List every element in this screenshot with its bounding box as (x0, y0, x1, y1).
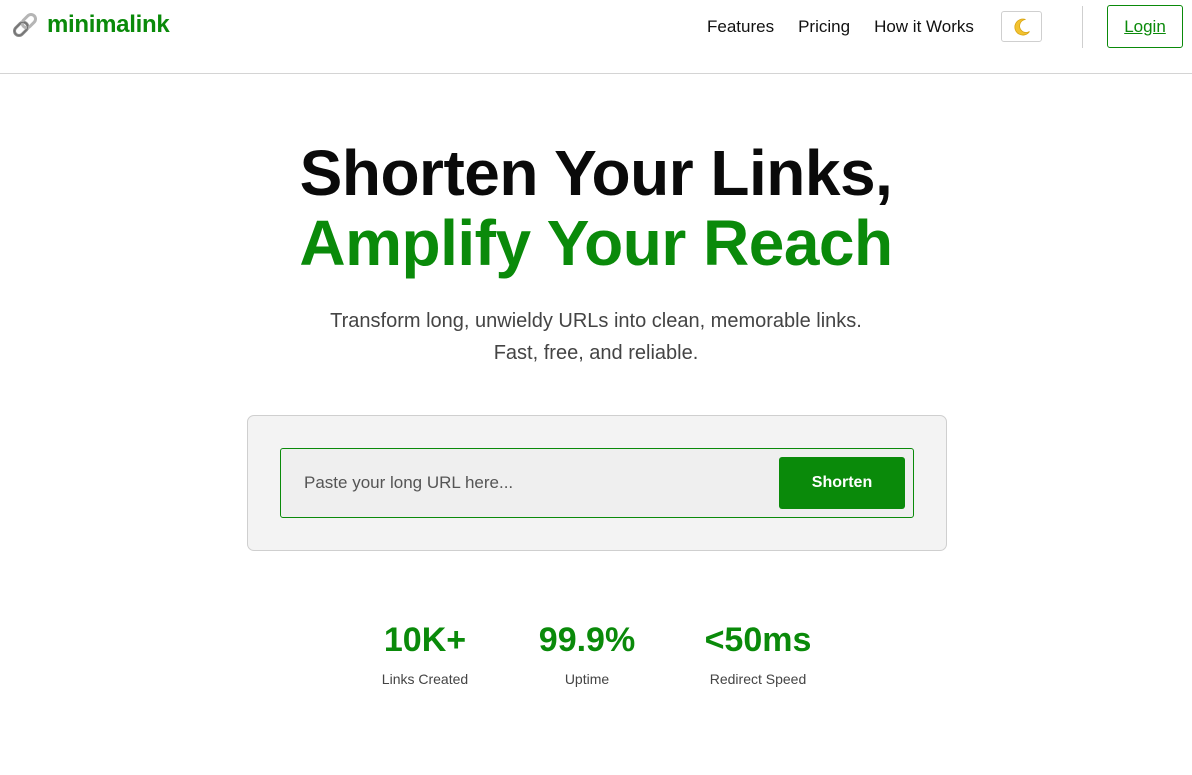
stat-value: 99.9% (538, 621, 636, 659)
url-input[interactable] (281, 449, 775, 517)
login-button[interactable]: Login (1107, 5, 1183, 48)
hero-subtitle-line2: Fast, free, and reliable. (493, 342, 699, 364)
nav-link-pricing[interactable]: Pricing (798, 15, 850, 39)
shortener-card: Shorten (247, 415, 947, 551)
stat-value: 10K+ (383, 621, 467, 659)
brand[interactable]: minimalink (10, 10, 170, 40)
hero-title: Shorten Your Links, Amplify Your Reach (0, 138, 1192, 278)
link-icon (12, 12, 38, 38)
stat-links-created: 10K+ Links Created (365, 620, 485, 688)
hero-subtitle: Transform long, unwieldy URLs into clean… (0, 305, 1192, 369)
stat-value: <50ms (704, 621, 812, 659)
nav-divider (1082, 6, 1083, 48)
main-nav: Features Pricing How it Works (707, 15, 998, 39)
stat-redirect-speed: <50ms Redirect Speed (688, 620, 828, 688)
site-header: minimalink Features Pricing How it Works… (0, 0, 1192, 74)
nav-link-features[interactable]: Features (707, 15, 774, 39)
stat-label: Redirect Speed (709, 671, 807, 687)
stat-uptime: 99.9% Uptime (527, 620, 647, 688)
shorten-button[interactable]: Shorten (779, 457, 905, 509)
stat-label: Uptime (564, 671, 610, 687)
brand-name: minimalink (47, 11, 170, 38)
nav-link-how-it-works[interactable]: How it Works (874, 15, 974, 39)
stat-label: Links Created (381, 671, 469, 687)
moon-icon (1013, 18, 1030, 35)
hero-title-line1: Shorten Your Links, (299, 137, 893, 209)
url-input-group: Shorten (280, 448, 914, 518)
hero-subtitle-line1: Transform long, unwieldy URLs into clean… (330, 310, 862, 332)
hero-title-line2: Amplify Your Reach (299, 207, 893, 279)
theme-toggle-button[interactable] (1001, 11, 1042, 42)
